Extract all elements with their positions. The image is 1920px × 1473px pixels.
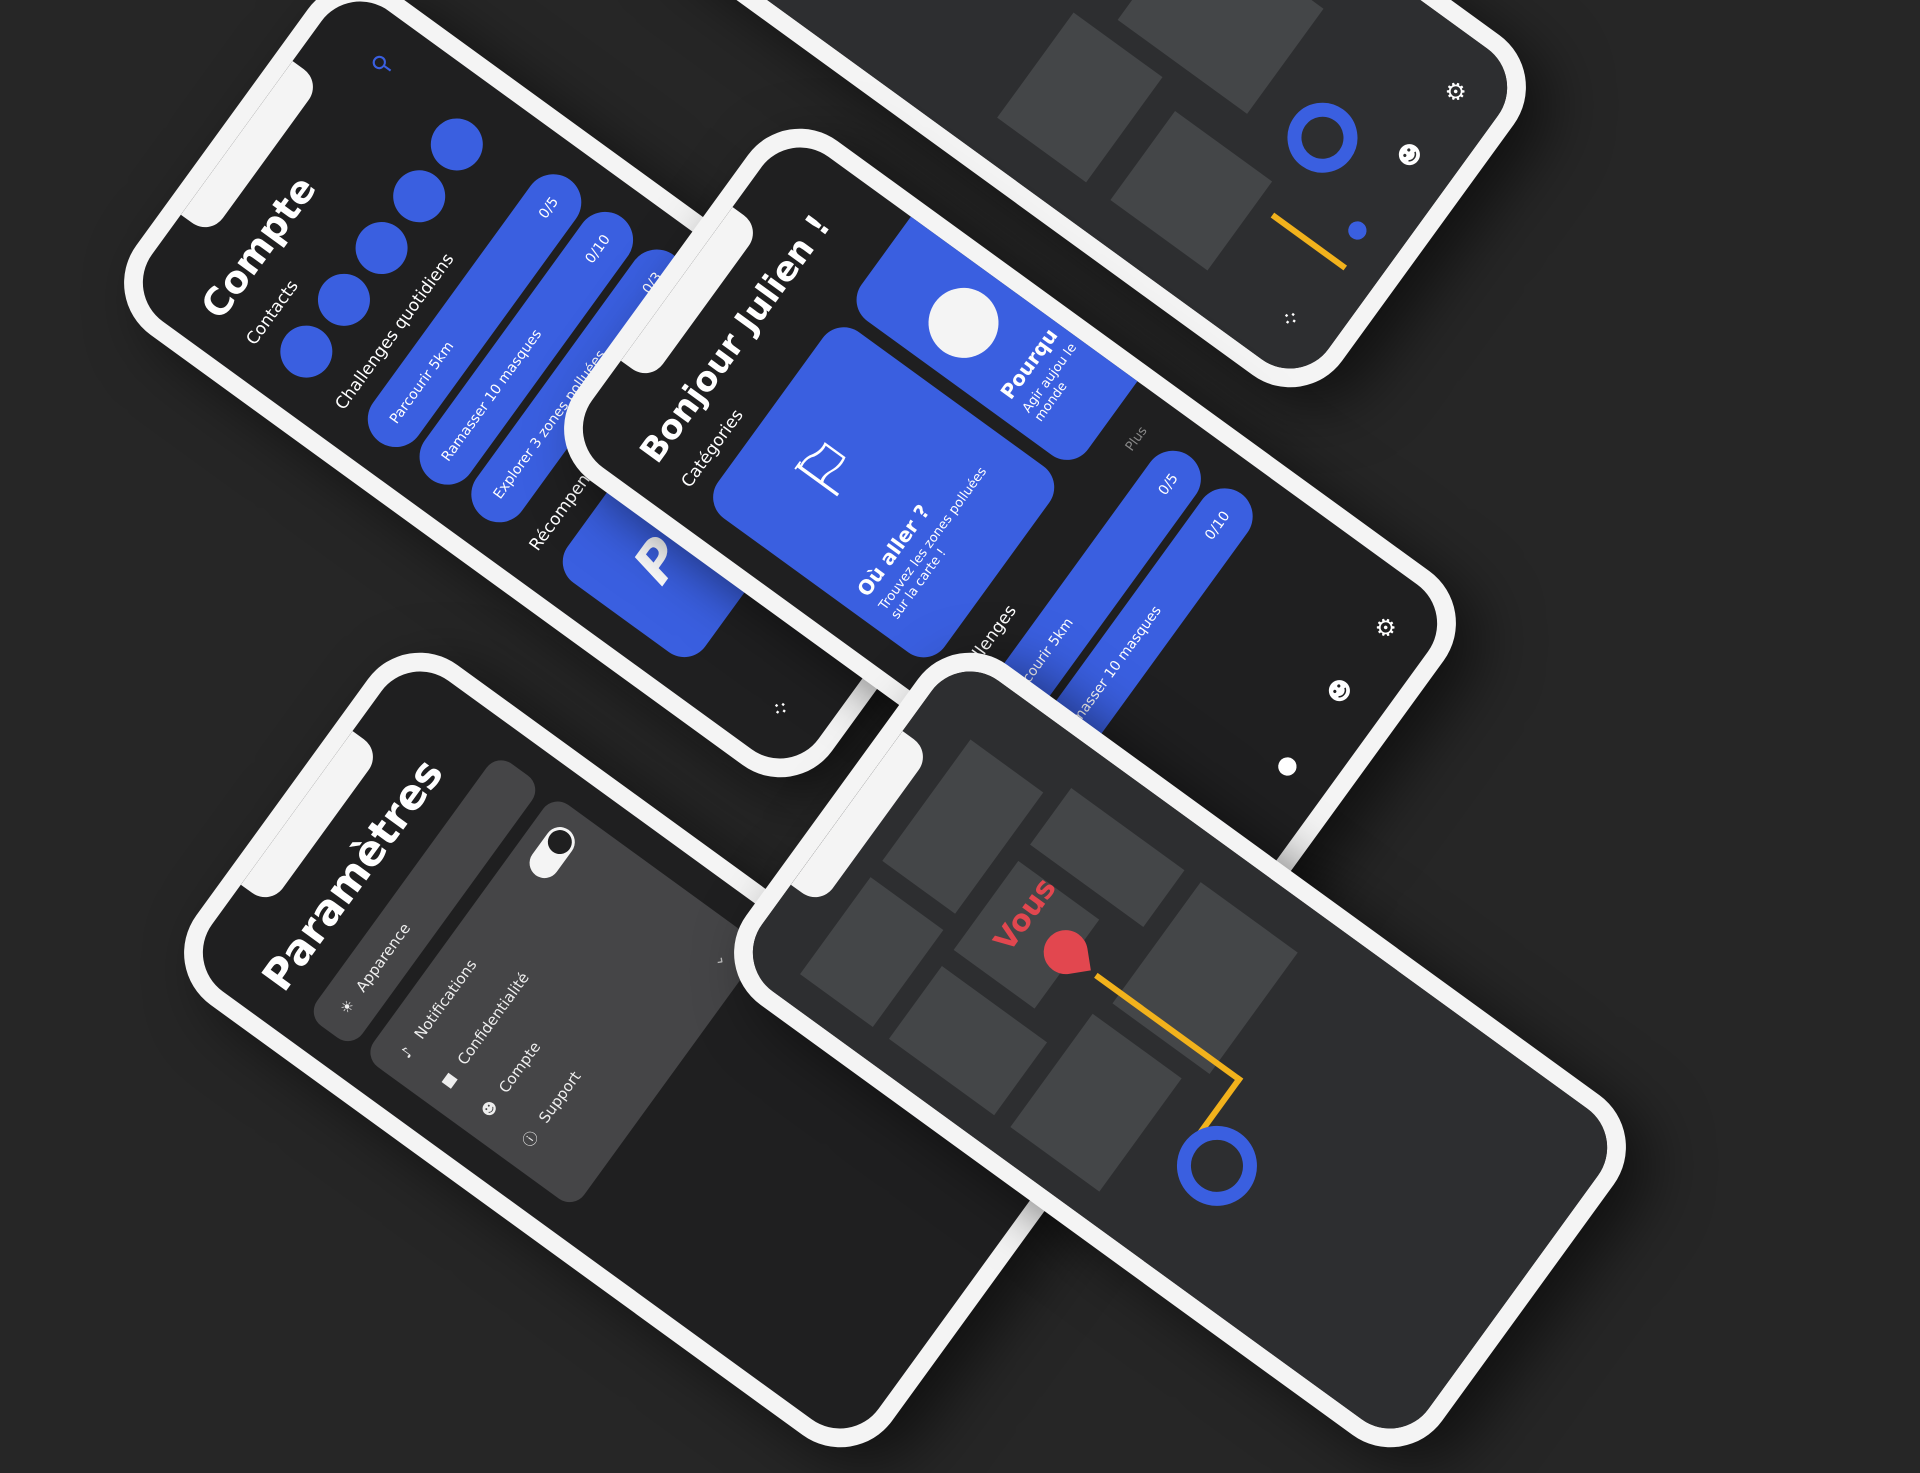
bell-icon: ♪ <box>396 1043 417 1062</box>
search-icon[interactable]: ⚲ <box>365 49 398 80</box>
settings-item-label: Support <box>535 1067 585 1127</box>
challenge-progress: 0/5 <box>1155 470 1182 499</box>
more-link[interactable]: Plus <box>1123 424 1151 454</box>
menu-dots-icon[interactable]: ⁘ <box>764 691 800 725</box>
map-pin-icon: ⚐ <box>776 419 880 519</box>
contact-avatar[interactable] <box>382 159 456 233</box>
settings-item-label: Apparence <box>352 919 415 996</box>
contact-avatar[interactable] <box>307 263 381 337</box>
challenge-progress: 0/10 <box>582 231 614 267</box>
profile-icon[interactable]: ☻ <box>1321 673 1358 710</box>
gear-icon[interactable]: ⚙ <box>1368 611 1403 645</box>
contact-avatar[interactable] <box>420 108 494 181</box>
sun-icon: ☀ <box>336 996 359 1018</box>
info-icon: ⓘ <box>518 1127 542 1151</box>
challenge-progress: 0/10 <box>1202 508 1234 544</box>
location-pin-icon[interactable]: ● <box>1268 749 1303 782</box>
card-circle-icon <box>914 273 1013 372</box>
contact-avatar[interactable] <box>345 211 418 285</box>
contact-avatar[interactable] <box>270 315 343 388</box>
challenge-progress: 0/5 <box>535 194 563 222</box>
profile-icon: ☻ <box>477 1097 502 1121</box>
lock-icon: ■ <box>437 1069 461 1092</box>
